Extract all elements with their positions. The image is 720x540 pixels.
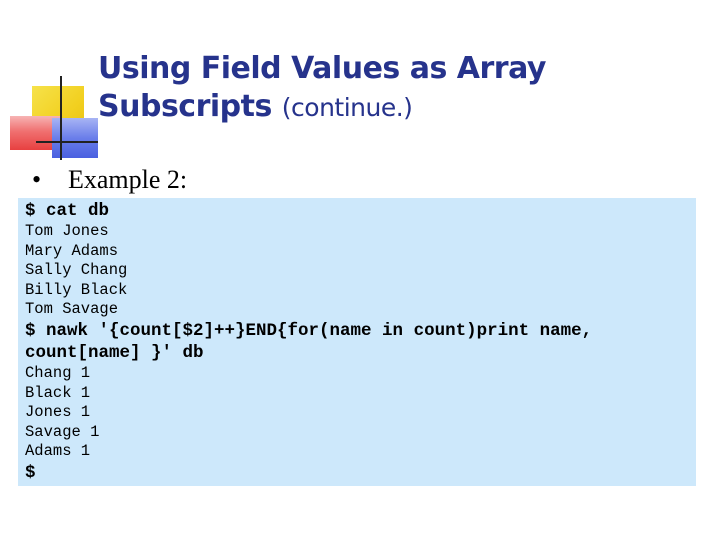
output-line: Sally Chang: [25, 261, 128, 280]
bullet-icon: •: [32, 165, 42, 194]
command-line: $ nawk '{count[$2]++}END{for(name in cou…: [25, 320, 593, 341]
command-line: $: [25, 462, 36, 483]
output-line: Savage 1: [25, 422, 100, 441]
slide-title: Using Field Values as Array Subscripts (…: [98, 50, 546, 127]
command-line: count[name] }' db: [25, 342, 204, 363]
output-line: Jones 1: [25, 403, 91, 422]
output-line: Black 1: [25, 383, 91, 402]
slide-title-line-1: Using Field Values as Array: [98, 51, 546, 86]
bullet-text: Example 2:: [68, 165, 188, 194]
output-line: Tom Jones: [25, 222, 109, 240]
output-line: Billy Black: [25, 280, 128, 299]
slide-logo-decoration: [0, 0, 110, 170]
blue-square-decoration: [52, 118, 98, 158]
slide-title-line-2-main: Subscripts: [98, 89, 282, 124]
output-line: Chang 1: [25, 363, 91, 382]
slide-title-line-2: Subscripts (continue.): [98, 88, 546, 127]
horizontal-rule-decoration: [36, 141, 98, 143]
bullet-item: • Example 2:: [32, 164, 187, 196]
vertical-rule-decoration: [60, 76, 62, 160]
output-line: Tom Savage: [25, 300, 119, 319]
slide-title-suffix: (continue.): [281, 93, 413, 122]
code-block: $ cat db Tom Jones Mary Adams Sally Chang Bi…: [18, 198, 696, 486]
output-line: Adams 1: [25, 442, 91, 461]
output-line: Mary Adams: [25, 241, 119, 260]
command-line: $ cat db: [25, 201, 110, 221]
